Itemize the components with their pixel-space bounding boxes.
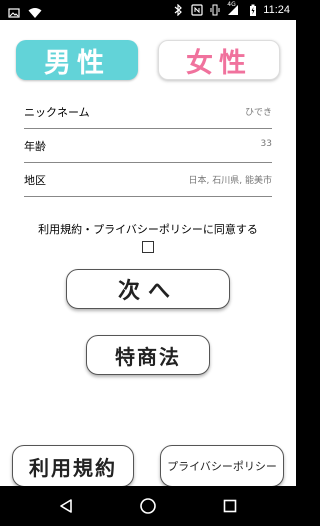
commercial-law-button[interactable]: 特商法	[86, 335, 210, 375]
status-bar: 4G 11:24	[0, 0, 296, 20]
vibrate-icon	[209, 4, 221, 16]
age-row[interactable]: 年齢 33	[24, 129, 272, 163]
region-label: 地区	[24, 174, 46, 187]
female-button[interactable]: 女性	[158, 40, 280, 80]
male-button[interactable]: 男性	[16, 40, 138, 80]
nickname-value[interactable]: ひでき	[245, 105, 272, 118]
privacy-policy-button[interactable]: プライバシーポリシー	[160, 445, 284, 487]
image-icon	[8, 4, 20, 18]
recent-apps-icon[interactable]	[220, 496, 240, 516]
home-icon[interactable]	[138, 496, 158, 516]
age-label: 年齢	[24, 140, 46, 153]
status-bar-left	[8, 2, 42, 18]
bluetooth-icon	[173, 3, 185, 17]
agreement-text: 利用規約・プライバシーポリシーに同意する	[38, 223, 258, 236]
wifi-icon	[28, 4, 42, 18]
nickname-label: ニックネーム	[24, 106, 90, 119]
next-button[interactable]: 次へ	[66, 269, 230, 309]
agreement-checkbox[interactable]	[142, 241, 154, 253]
registration-screen: 男性 女性 ニックネーム ひでき 年齢 33 地区 日本, 石川県, 能美市 利…	[0, 20, 296, 487]
network-type-label: 4G	[227, 1, 236, 8]
navigation-bar	[0, 486, 296, 526]
age-value[interactable]: 33	[261, 139, 272, 149]
clock: 11:24	[263, 4, 290, 16]
gender-selector: 男性 女性	[16, 40, 280, 82]
back-icon[interactable]	[56, 496, 76, 516]
nickname-row[interactable]: ニックネーム ひでき	[24, 95, 272, 129]
terms-button[interactable]: 利用規約	[12, 445, 134, 487]
battery-charging-icon	[249, 4, 257, 16]
region-value[interactable]: 日本, 石川県, 能美市	[189, 173, 272, 186]
status-bar-right: 4G 11:24	[173, 1, 290, 18]
nfc-icon	[191, 4, 203, 16]
signal-icon: 4G	[227, 1, 243, 16]
region-row[interactable]: 地区 日本, 石川県, 能美市	[24, 163, 272, 197]
profile-form: ニックネーム ひでき 年齢 33 地区 日本, 石川県, 能美市	[24, 95, 272, 197]
